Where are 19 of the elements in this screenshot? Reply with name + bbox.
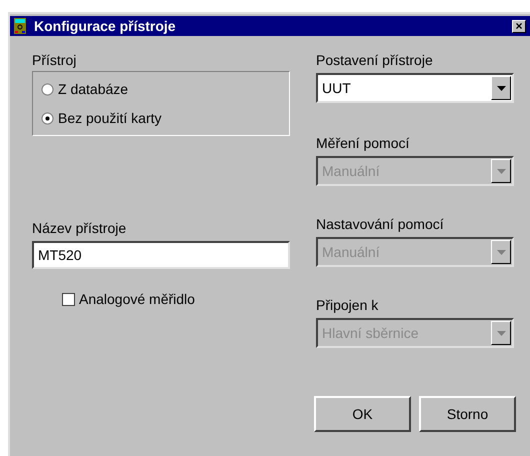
checkbox-icon[interactable]	[62, 293, 75, 306]
dropdown[interactable]: UUT	[316, 73, 514, 103]
dropdown-label: Nastavování pomocí	[316, 216, 445, 233]
window-title: Konfigurace přístroje	[34, 16, 177, 36]
multimeter-icon	[14, 18, 26, 34]
dropdown-label: Postavení přístroje	[316, 52, 434, 69]
analog-meter-checkbox[interactable]: Analogové měřidlo	[62, 289, 195, 310]
dropdown-label: Připojen k	[316, 297, 380, 314]
radio-option[interactable]: Z databáze	[41, 78, 289, 100]
dialog-button[interactable]: Storno	[419, 396, 516, 432]
dropdown-label: Měření pomocí	[316, 135, 410, 152]
dialog-button[interactable]: OK	[314, 396, 411, 432]
radio-option[interactable]: Bez použití karty	[41, 108, 289, 128]
name-field[interactable]: MT520	[32, 241, 290, 269]
field-label: Název přístroje	[32, 220, 128, 237]
radio-icon[interactable]	[41, 112, 54, 124]
close-button[interactable]: ×	[512, 20, 526, 32]
radio-icon[interactable]	[41, 82, 54, 96]
group-label: Přístroj	[32, 52, 78, 69]
